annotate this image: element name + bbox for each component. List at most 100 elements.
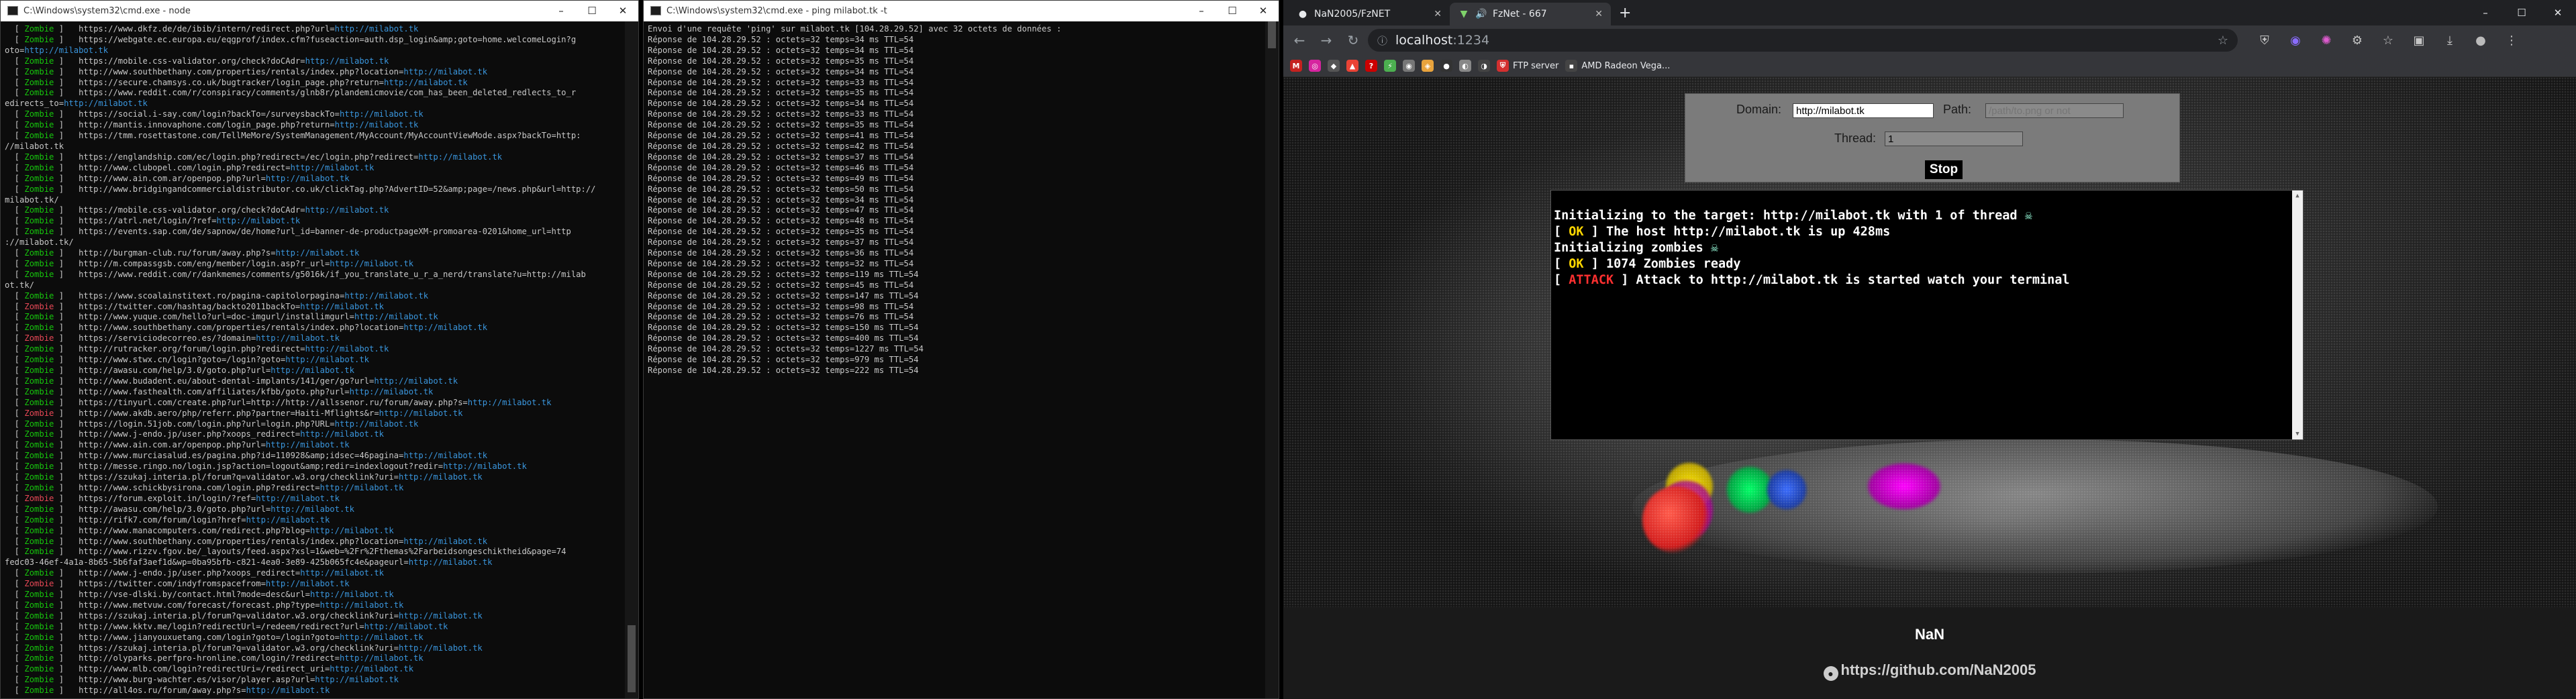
ping-time: 47 ms <box>854 205 879 215</box>
log-url: https://mobile.css-validator.org/check?d… <box>79 205 389 215</box>
speaker-icon[interactable]: 🔊 <box>1475 9 1487 19</box>
tab-github[interactable]: ● NaN2005/FzNET ✕ <box>1289 3 1450 25</box>
stop-button[interactable]: Stop <box>1925 160 1963 179</box>
cmd-title: C:\Windows\system32\cmd.exe - node <box>23 5 191 16</box>
maximize-button[interactable]: ☐ <box>1217 1 1248 21</box>
vertical-scrollbar[interactable] <box>625 21 638 698</box>
cmd-window-ping[interactable]: C:\Windows\system32\cmd.exe - ping milab… <box>643 0 1279 699</box>
bookmark-icon[interactable]: ◐ <box>1459 60 1471 72</box>
bookmark-icon[interactable]: ◑ <box>1478 60 1490 72</box>
ping-ttl: TTL=54 <box>879 205 914 215</box>
minimize-button[interactable]: – <box>546 1 577 21</box>
shield-icon[interactable]: ⛨ <box>2250 28 2279 52</box>
domain-input[interactable] <box>1793 103 1934 118</box>
bookmark-icon[interactable]: ◈ <box>1422 60 1434 72</box>
close-button[interactable]: ✕ <box>1248 1 1279 21</box>
extension-icon[interactable]: ◉ <box>2281 28 2310 52</box>
attack-terminal: Initializing to the target: http://milab… <box>1550 190 2303 440</box>
maximize-button[interactable]: ☐ <box>2504 0 2540 25</box>
bookmark-icon[interactable]: ◉ <box>1403 60 1415 72</box>
bookmark-icon[interactable]: ◆ <box>1328 60 1340 72</box>
ping-ttl: TTL=54 <box>879 120 914 130</box>
ping-prefix: Réponse de 104.28.29.52 : octets=32 temp… <box>648 99 855 109</box>
log-line: [ Zombie ] http://www.rizzv.fgov.be/_lay… <box>5 547 566 557</box>
log-line: [ Zombie ] http://www.stwx.cn/login?goto… <box>5 355 370 365</box>
menu-icon[interactable]: ⋮ <box>2497 28 2526 52</box>
star-list-icon[interactable]: ☆ <box>2373 28 2403 52</box>
terminal-scrollbar[interactable]: ▲ ▼ <box>2292 191 2303 439</box>
ping-reply-line: Réponse de 104.28.29.52 : octets=32 temp… <box>648 163 1260 174</box>
log-line: [ Zombie ] http://www.budadent.eu/about-… <box>5 376 458 386</box>
back-icon[interactable]: ← <box>1287 28 1311 52</box>
attack-tag: ATTACK <box>1569 273 1614 287</box>
instagram-icon[interactable]: ◎ <box>1309 60 1321 72</box>
log-url: milabot.tk/ <box>5 195 59 205</box>
log-line: [ Zombie ] https://serviciodecorreo.es/?… <box>5 333 340 343</box>
browser-window[interactable]: ● NaN2005/FzNET ✕ ▼ 🔊 FzNet - 667 ✕ + – … <box>1283 0 2576 699</box>
ping-ttl: TTL=54 <box>884 323 919 333</box>
log-line: [ Zombie ] http://www.j-endo.jp/user.php… <box>5 568 385 578</box>
thread-input[interactable] <box>1885 131 2023 146</box>
cmd-titlebar[interactable]: C:\Windows\system32\cmd.exe - node – ☐ ✕ <box>1 1 638 21</box>
ping-ttl: TTL=54 <box>879 280 914 290</box>
tab-fznet[interactable]: ▼ 🔊 FzNet - 667 ✕ <box>1450 3 1611 25</box>
ping-ttl: TTL=54 <box>879 258 914 268</box>
ping-time: 35 ms <box>854 120 879 130</box>
ping-reply-line: Réponse de 104.28.29.52 : octets=32 temp… <box>648 302 1260 313</box>
zombie-tag: Zombie <box>24 590 54 600</box>
cmd-window-node[interactable]: C:\Windows\system32\cmd.exe - node – ☐ ✕… <box>0 0 639 699</box>
zombie-tag: Zombie <box>24 462 54 472</box>
collections-icon[interactable]: ▣ <box>2404 28 2434 52</box>
bookmark-icon[interactable]: ▲ <box>1346 60 1358 72</box>
color-picker-icon[interactable]: ✺ <box>2312 28 2341 52</box>
github-icon[interactable]: ● <box>1440 60 1452 72</box>
fznet-icon: ▼ <box>1460 9 1468 19</box>
log-line: [ Zombie ] https://www.scoalainstitext.r… <box>5 290 429 301</box>
log-url: http://awasu.com/help/3.0/goto.php?url=h… <box>79 366 354 375</box>
extensions-icon[interactable]: ⚙ <box>2342 28 2372 52</box>
avatar-icon[interactable]: ● <box>2466 28 2495 52</box>
minimize-button[interactable]: – <box>2467 0 2504 25</box>
log-line: [ Zombie ] http://www.clubopel.com/login… <box>5 162 375 172</box>
close-button[interactable]: ✕ <box>2540 0 2576 25</box>
zombie-tag: Zombie <box>24 109 54 119</box>
vertical-scrollbar[interactable] <box>1265 21 1279 698</box>
ping-prefix: Réponse de 104.28.29.52 : octets=32 temp… <box>648 248 855 258</box>
close-tab-icon[interactable]: ✕ <box>1595 9 1603 19</box>
log-line: milabot.tk/ <box>5 195 620 206</box>
gmail-icon[interactable]: M <box>1290 60 1302 72</box>
address-bar[interactable]: ⓘ localhost:1234 ☆ <box>1368 29 2238 52</box>
close-tab-icon[interactable]: ✕ <box>1434 9 1442 19</box>
zombie-tag: Zombie <box>24 472 54 482</box>
maximize-button[interactable]: ☐ <box>577 1 607 21</box>
downloads-icon[interactable]: ⤓ <box>2435 28 2465 52</box>
forward-icon[interactable]: → <box>1314 28 1338 52</box>
bookmark-ftp[interactable]: ⛨ FTP server <box>1497 60 1558 72</box>
path-input[interactable] <box>1985 103 2124 118</box>
log-line: [ Zombie ] https://mobile.css-validator.… <box>5 205 389 215</box>
info-icon[interactable]: ⓘ <box>1377 34 1387 48</box>
reload-icon[interactable]: ↻ <box>1341 28 1365 52</box>
minimize-button[interactable]: – <box>1186 1 1217 21</box>
ping-time: 34 ms <box>854 195 879 205</box>
cmd-titlebar[interactable]: C:\Windows\system32\cmd.exe - ping milab… <box>644 1 1279 21</box>
zombie-tag: Zombie <box>24 579 54 589</box>
bookmark-icon[interactable]: ⚡ <box>1384 60 1396 72</box>
ping-prefix: Réponse de 104.28.29.52 : octets=32 temp… <box>648 216 855 226</box>
bookmark-star-icon[interactable]: ☆ <box>2218 34 2228 48</box>
bookmark-amd[interactable]: ▪ AMD Radeon Vega... <box>1565 60 1670 72</box>
zombie-tag: Zombie <box>24 408 54 418</box>
close-button[interactable]: ✕ <box>607 1 638 21</box>
log-line: [ Zombie ] https://login.51job.com/login… <box>5 419 419 429</box>
bookmark-icon[interactable]: ? <box>1365 60 1377 72</box>
zombie-tag: Zombie <box>24 653 54 663</box>
ping-prefix: Réponse de 104.28.29.52 : octets=32 temp… <box>648 333 855 343</box>
ping-time: 400 ms <box>854 333 885 343</box>
ping-reply-line: Réponse de 104.28.29.52 : octets=32 temp… <box>648 56 1260 67</box>
footer-link-text[interactable]: https://github.com/NaN2005 <box>1841 661 2036 678</box>
ping-prefix: Réponse de 104.28.29.52 : octets=32 temp… <box>648 162 855 172</box>
log-line: [ Zombie ] http://all4os.ru/forum/away.p… <box>5 686 330 696</box>
new-tab-button[interactable]: + <box>1611 5 1639 25</box>
footer-github-link[interactable]: ● https://github.com/NaN2005 <box>1283 661 2576 681</box>
bookmark-label: FTP server <box>1513 60 1559 71</box>
